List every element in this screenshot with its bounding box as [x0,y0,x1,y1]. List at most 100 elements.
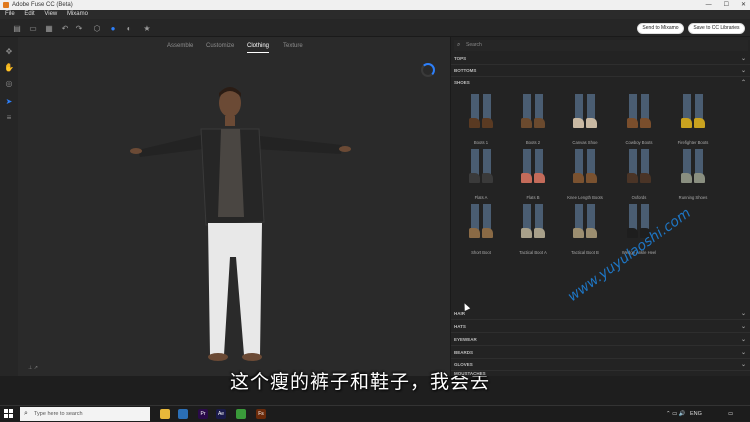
cube-icon[interactable]: ⬡ [92,23,102,33]
title-bar: Adobe Fuse CC (Beta) — ☐ ✕ [0,0,750,10]
shoe-item[interactable]: Knee Length Boots [559,147,611,205]
shoe-left [469,228,480,238]
notification-icon[interactable]: ▭ [728,406,733,422]
minimize-icon[interactable]: — [706,0,712,10]
shoe-right [586,173,597,183]
premiere-icon[interactable]: Pr [198,409,208,419]
move-icon[interactable]: ✥ [4,47,14,57]
t-shirt [218,129,244,217]
character-model[interactable] [18,37,450,376]
left-foot [208,353,228,361]
shoe-left [681,118,692,128]
leg-left [575,149,583,175]
category-label: HATS [454,324,466,329]
send-to-mixamo-button[interactable]: Send to Mixamo [637,23,684,34]
shoe-label: Short Boot [471,250,491,255]
category-hair[interactable]: HAIR ⌄ [451,308,750,320]
leg-right [641,149,649,175]
undo-icon[interactable]: ↶ [60,23,70,33]
leg-left [629,149,637,175]
shoe-item[interactable]: Oxfords [613,147,665,205]
menu-mixamo[interactable]: Mixamo [67,11,88,17]
shoe-left [681,173,692,183]
shoe-item[interactable]: Running Shoes [667,147,719,205]
category-beards[interactable]: BEARDS ⌄ [451,347,750,359]
tray-icons[interactable]: ⌃ ▭ 🔊 [666,406,686,422]
after-effects-icon[interactable]: Ae [216,409,226,419]
menu-file[interactable]: File [5,11,15,17]
shoe-item[interactable]: Boots 2 [507,92,559,150]
leg-right [535,204,543,230]
leg-right [535,149,543,175]
shoe-item[interactable]: Firefighter Boots [667,92,719,150]
menu-edit[interactable]: Edit [24,11,34,17]
shoe-right [482,228,493,238]
shoe-item[interactable]: Boots 1 [455,92,507,150]
3d-viewport[interactable]: Assemble Customize Clothing Texture ⊥ ↗ [18,37,450,376]
select-icon[interactable]: ➤ [4,97,14,107]
pan-icon[interactable]: ✋ [4,63,14,73]
fuse-icon[interactable]: Fs [256,409,266,419]
shoe-item[interactable]: Flats A [455,147,507,205]
maximize-icon[interactable]: ☐ [724,0,729,10]
shoe-label: Firefighter Boots [677,140,709,145]
image-icon[interactable]: ▦ [44,23,54,33]
shoe-item[interactable]: Tactical Boot A [507,202,559,260]
category-moustaches[interactable]: MOUSTACHES [451,371,750,376]
shoe-right [482,173,493,183]
edge-icon[interactable] [178,409,188,419]
leg-left [523,204,531,230]
chevron-down-icon: ⌄ [740,337,746,343]
redo-icon[interactable]: ↷ [74,23,84,33]
category-eyewear[interactable]: EYEWEAR ⌄ [451,334,750,346]
sphere-icon[interactable]: ● [108,23,118,33]
shoe-left [627,118,638,128]
shoe-right [694,173,705,183]
chevron-down-icon: ⌄ [740,362,746,368]
category-label: EYEWEAR [454,337,477,342]
shoe-item[interactable]: Canvas Shoe [559,92,611,150]
windows-start-icon[interactable] [4,409,14,419]
clothing-icon[interactable]: ◐ [124,23,134,33]
taskbar: ⌕ Type here to search Pr Ae Fs ⌃ ▭ 🔊 ENG ▭ [0,405,750,421]
open-icon[interactable]: ▭ [28,23,38,33]
leg-left [471,149,479,175]
search-input[interactable]: ⌕ Search [454,40,748,51]
folder-plus-icon[interactable]: ▤ [12,23,22,33]
shoe-item[interactable]: Flats B [507,147,559,205]
settings-sliders-icon[interactable]: ≡ [4,113,14,123]
close-icon[interactable]: ✕ [741,0,746,10]
shoe-label: Flats A [474,195,488,200]
shoe-item[interactable]: Tactical Boot B [559,202,611,260]
leg-left [575,94,583,120]
shoe-label: Tactical Boot B [571,250,599,255]
category-shoes[interactable]: SHOES ⌃ [451,77,750,89]
shoe-item[interactable]: Short Boot [455,202,507,260]
star-icon[interactable]: ★ [142,23,152,33]
chevron-down-icon: ⌄ [740,311,746,317]
taskbar-search-input[interactable]: ⌕ Type here to search [20,407,150,421]
category-hats[interactable]: HATS ⌄ [451,321,750,333]
shoe-item[interactable]: Cowboy Boots [613,92,665,150]
category-gloves[interactable]: GLOVES ⌄ [451,359,750,371]
search-icon: ⌕ [457,42,461,48]
rotate-icon[interactable]: ◎ [4,79,14,89]
chrome-icon[interactable] [236,409,246,419]
left-tool-bar: ✥ ✋ ◎ ➤ ≡ [0,37,18,376]
save-to-cc-libraries-button[interactable]: Save to CC Libraries [688,23,745,34]
language-indicator[interactable]: ENG [690,406,702,422]
menu-view[interactable]: View [44,11,57,17]
file-explorer-icon[interactable] [160,409,170,419]
search-icon: ⌕ [24,410,28,417]
left-hand [130,148,142,154]
chevron-up-icon: ⌃ [740,80,746,86]
shoe-left [573,173,584,183]
category-tops[interactable]: TOPS ⌄ [451,53,750,65]
shoe-left [521,118,532,128]
toolbar: ▤ ▭ ▦ ↶ ↷ ⬡ ● ◐ ★ Send to Mixamo Save to… [0,19,750,37]
category-label: TOPS [454,56,467,61]
shoe-label: Flats B [526,195,540,200]
category-bottoms[interactable]: BOTTOMS ⌄ [451,65,750,77]
search-placeholder: Search [466,42,482,48]
chevron-down-icon: ⌄ [740,56,746,62]
